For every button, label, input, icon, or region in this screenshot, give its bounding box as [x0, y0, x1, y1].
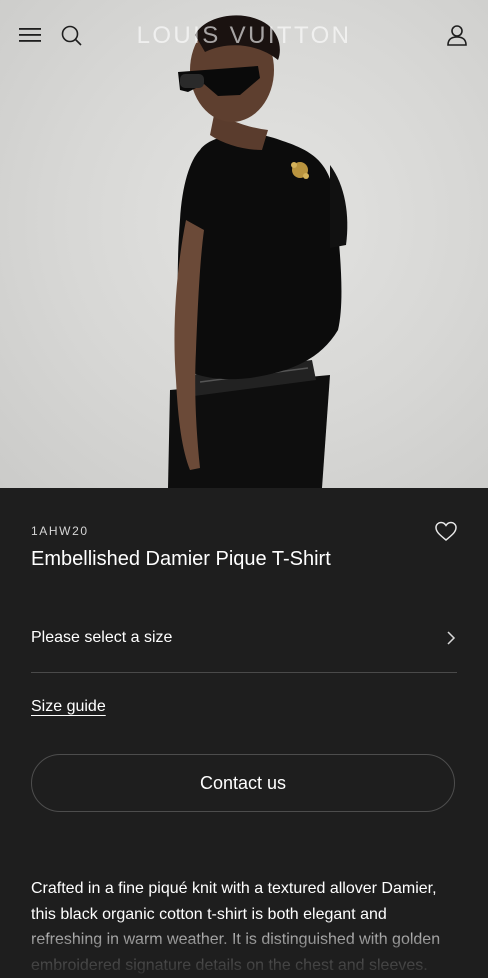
product-title: Embellished Damier Pique T-Shirt: [31, 548, 331, 570]
product-hero-image: [0, 0, 488, 488]
product-description: Crafted in a fine piqué knit with a text…: [31, 880, 441, 974]
chevron-right-icon: [447, 631, 456, 645]
tshirt-shape: [177, 133, 342, 380]
size-guide-link[interactable]: Size guide: [31, 698, 106, 716]
account-icon[interactable]: [442, 20, 472, 50]
contact-us-button[interactable]: Contact us: [31, 754, 455, 812]
top-header: LOUIS VUITTON: [0, 0, 488, 70]
brand-logo[interactable]: LOUIS VUITTON: [0, 22, 488, 50]
size-selector[interactable]: Please select a size: [31, 618, 457, 673]
wishlist-heart-icon[interactable]: [432, 518, 460, 546]
product-panel: 1AHW20 Embellished Damier Pique T-Shirt …: [0, 488, 488, 974]
sunglasses-lens: [180, 74, 204, 88]
size-selector-label: Please select a size: [31, 629, 173, 646]
sleeve-shape: [330, 165, 348, 248]
product-sku: 1AHW20: [31, 524, 89, 538]
model-photo: [168, 15, 348, 488]
